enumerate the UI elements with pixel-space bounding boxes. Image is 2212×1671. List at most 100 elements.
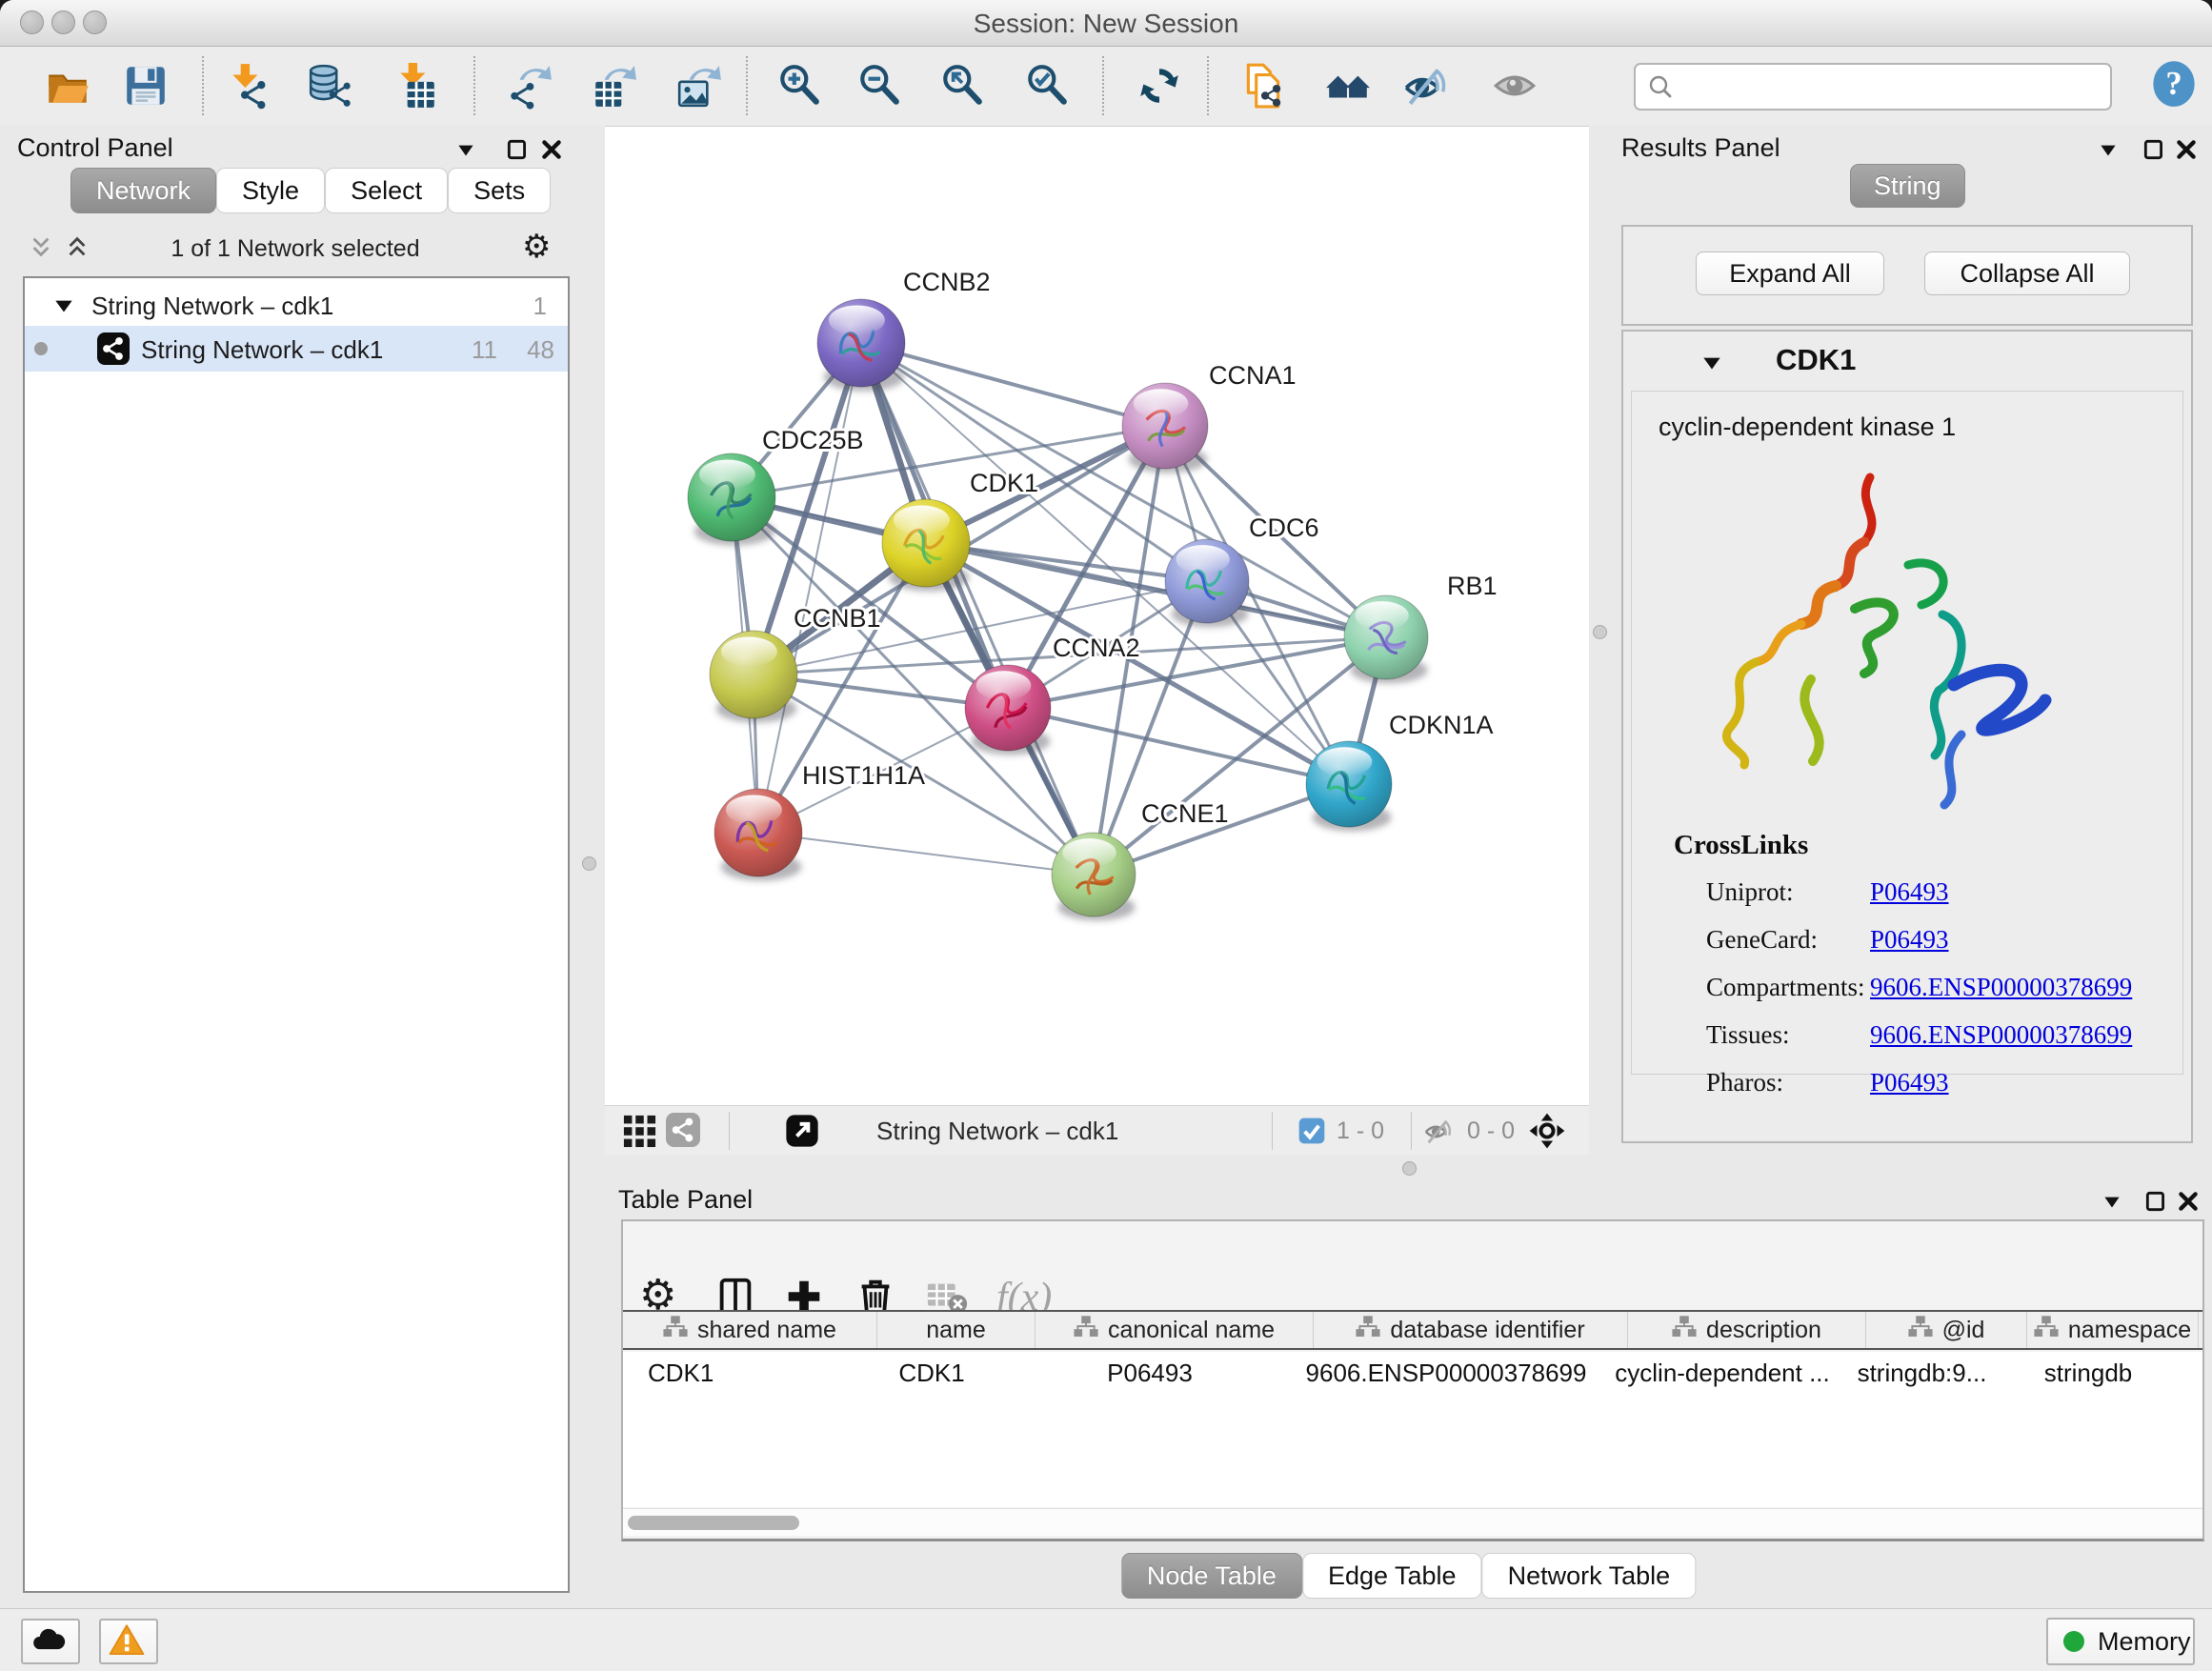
cloud-status-button[interactable]	[21, 1619, 80, 1664]
warnings-button[interactable]	[99, 1619, 158, 1664]
crosslink-row: Compartments:9606.ENSP00000378699	[1706, 963, 2163, 1011]
grid-view-icon[interactable]	[622, 1114, 656, 1148]
cell-name[interactable]: CDK1	[853, 1359, 1011, 1388]
splitter-handle-icon[interactable]	[1402, 1161, 1417, 1176]
tab-node-table[interactable]: Node Table	[1121, 1553, 1302, 1599]
tab-select[interactable]: Select	[325, 168, 448, 213]
zoom-out-icon[interactable]	[855, 62, 903, 110]
refresh-icon[interactable]	[1136, 62, 1183, 110]
column-header-description[interactable]: description	[1628, 1312, 1866, 1348]
crosslink-link[interactable]: P06493	[1870, 1068, 1949, 1097]
float-panel-icon[interactable]	[505, 137, 530, 162]
node-HIST1H1A[interactable]: HIST1H1A	[714, 761, 925, 881]
close-panel-icon[interactable]	[2176, 1189, 2201, 1214]
network-share-view-icon[interactable]	[666, 1113, 700, 1147]
crosslink-link[interactable]: 9606.ENSP00000378699	[1870, 973, 2132, 1002]
node-CDKN1A[interactable]: CDKN1A	[1306, 711, 1494, 831]
cell-namespace[interactable]: stringdb	[2002, 1359, 2174, 1388]
help-button[interactable]: ?	[2149, 58, 2199, 110]
column-header-namespace[interactable]: namespace	[2027, 1312, 2199, 1348]
save-session-icon[interactable]	[122, 62, 170, 110]
edge-CCNA2-CDKN1A[interactable]	[1008, 708, 1349, 784]
export-table-icon[interactable]	[591, 62, 638, 110]
memory-button[interactable]: Memory	[2046, 1618, 2195, 1665]
shared-column-icon	[2034, 1315, 2059, 1346]
cell-@id[interactable]: stringdb:9...	[1841, 1359, 2002, 1388]
splitter-handle-icon[interactable]	[582, 856, 596, 871]
selected-nodes-checkbox-icon[interactable]	[1297, 1116, 1327, 1146]
right-splitter[interactable]	[1589, 126, 1610, 1155]
scrollbar-thumb[interactable]	[628, 1516, 799, 1530]
crosslink-link[interactable]: P06493	[1870, 925, 1949, 955]
string-network-badge-icon	[97, 332, 130, 365]
network-panel-options-gear-icon[interactable]: ⚙	[522, 231, 551, 263]
node-RB1[interactable]: RB1	[1344, 572, 1498, 683]
table-row[interactable]: CDK1CDK1P064939606.ENSP00000378699cyclin…	[623, 1352, 2202, 1394]
network-collection-row[interactable]: String Network – cdk1 1	[25, 284, 568, 326]
toolbar-separator	[473, 56, 475, 115]
import-table-icon[interactable]	[392, 62, 439, 110]
cell-description[interactable]: cyclin-dependent ...	[1603, 1359, 1841, 1388]
edge-HIST1H1A-CCNE1[interactable]	[758, 833, 1094, 875]
expand-all-networks-icon[interactable]	[65, 234, 90, 259]
column-header-database-identifier[interactable]: database identifier	[1314, 1312, 1628, 1348]
open-session-icon[interactable]	[44, 62, 91, 110]
collapse-all-networks-icon[interactable]	[29, 234, 53, 259]
zoom-fit-icon[interactable]	[938, 62, 986, 110]
edge-CCNB2-RB1[interactable]	[861, 343, 1386, 637]
tab-sets[interactable]: Sets	[448, 168, 551, 213]
cell-shared-name[interactable]: CDK1	[623, 1359, 853, 1388]
zoom-selected-icon[interactable]	[1023, 62, 1071, 110]
tab-network[interactable]: Network	[70, 168, 216, 213]
panel-menu-icon[interactable]	[2100, 1189, 2124, 1214]
network-canvas[interactable]: CCNB2 CCNA1 CDC25B CDK1 CDC6 RB1 CCNB1 C…	[605, 126, 1589, 1106]
edge-CCNB2-HIST1H1A[interactable]	[758, 343, 861, 833]
search-input[interactable]	[1683, 68, 2097, 104]
tab-edge-table[interactable]: Edge Table	[1302, 1553, 1482, 1599]
collection-expander-icon[interactable]	[51, 293, 72, 314]
horizontal-splitter[interactable]	[605, 1155, 2212, 1181]
crosslink-link[interactable]: P06493	[1870, 877, 1949, 907]
import-database-icon[interactable]	[307, 62, 354, 110]
birds-eye-crosshair-icon[interactable]	[1527, 1111, 1567, 1151]
panel-menu-icon[interactable]	[453, 137, 478, 162]
column-header-shared-name[interactable]: shared name	[623, 1312, 877, 1348]
toolbar-separator	[1207, 56, 1209, 115]
tab-string[interactable]: String	[1850, 164, 1965, 208]
detach-view-icon[interactable]	[784, 1113, 820, 1149]
hide-panel-icon[interactable]	[1402, 62, 1450, 110]
duplicate-network-icon[interactable]	[1239, 62, 1287, 110]
edge-CDK1-RB1[interactable]	[926, 543, 1386, 637]
close-panel-icon[interactable]	[2174, 137, 2199, 162]
export-image-icon[interactable]	[675, 62, 723, 110]
gene-symbol: CDK1	[1776, 343, 1856, 377]
shared-column-icon	[1908, 1315, 1933, 1346]
crosslink-link[interactable]: 9606.ENSP00000378699	[1870, 1020, 2132, 1050]
node-CDC25B[interactable]: CDC25B	[688, 426, 864, 546]
network-graph[interactable]: CCNB2 CCNA1 CDC25B CDK1 CDC6 RB1 CCNB1 C…	[605, 127, 1589, 1106]
zoom-in-icon[interactable]	[775, 62, 823, 110]
tab-style[interactable]: Style	[216, 168, 325, 213]
network-overview-icon[interactable]	[1324, 62, 1372, 110]
network-row-selected[interactable]: String Network – cdk1 11 48	[25, 326, 568, 372]
float-panel-icon[interactable]	[2142, 137, 2166, 162]
gene-card-expander-icon[interactable]	[1699, 351, 1724, 375]
cell-canonical-name[interactable]: P06493	[1011, 1359, 1289, 1388]
column-header-name[interactable]: name	[877, 1312, 1036, 1348]
import-network-icon[interactable]	[224, 62, 271, 110]
expand-all-button[interactable]: Expand All	[1696, 252, 1884, 295]
export-network-icon[interactable]	[506, 62, 553, 110]
float-panel-icon[interactable]	[2143, 1189, 2168, 1214]
left-splitter[interactable]	[572, 126, 605, 1608]
column-header-@id[interactable]: @id	[1866, 1312, 2027, 1348]
tab-network-table[interactable]: Network Table	[1482, 1553, 1697, 1599]
node-label-CCNE1: CCNE1	[1141, 799, 1229, 828]
splitter-handle-icon[interactable]	[1593, 625, 1607, 639]
node-CCNA1[interactable]: CCNA1	[1122, 361, 1297, 473]
panel-menu-icon[interactable]	[2096, 137, 2121, 162]
node-CCNA2[interactable]: CCNA2	[965, 634, 1140, 755]
close-panel-icon[interactable]	[539, 137, 564, 162]
column-header-canonical-name[interactable]: canonical name	[1036, 1312, 1314, 1348]
cell-database-identifier[interactable]: 9606.ENSP00000378699	[1289, 1359, 1603, 1388]
collapse-all-button[interactable]: Collapse All	[1924, 252, 2130, 295]
